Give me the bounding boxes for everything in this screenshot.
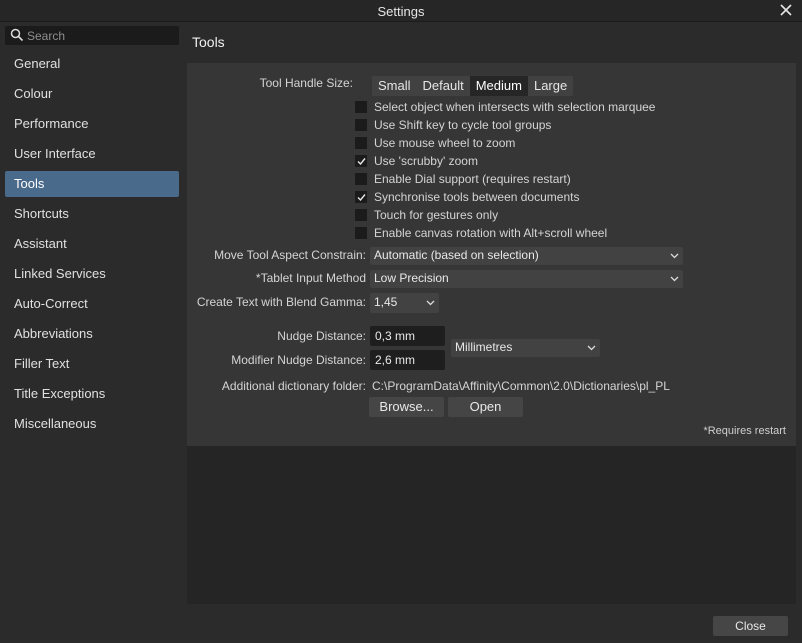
checkmark-icon <box>357 158 366 166</box>
checkbox-label: Use Shift key to cycle tool groups <box>374 118 552 132</box>
checkbox[interactable] <box>355 101 367 113</box>
checkbox-label: Synchronise tools between documents <box>374 190 580 204</box>
checkbox-label: Touch for gestures only <box>374 208 499 222</box>
settings-panel: Tool Handle Size: Small Default Medium L… <box>187 63 796 607</box>
checkbox-row[interactable]: Touch for gestures only <box>355 207 498 223</box>
chevron-down-icon <box>587 345 596 351</box>
checkbox-label: Enable canvas rotation with Alt+scroll w… <box>374 226 608 240</box>
tool-handle-large-option[interactable]: Large <box>528 76 573 96</box>
checkbox-row[interactable]: Enable canvas rotation with Alt+scroll w… <box>355 225 607 241</box>
close-window-icon[interactable] <box>778 2 794 18</box>
modifier-nudge-input[interactable]: 2,6 mm <box>370 350 445 370</box>
checkbox-row[interactable]: Use Shift key to cycle tool groups <box>355 117 551 133</box>
sidebar-item-filler-text[interactable]: Filler Text <box>5 351 179 377</box>
browse-button[interactable]: Browse... <box>369 397 444 417</box>
checkbox-row[interactable]: Synchronise tools between documents <box>355 189 579 205</box>
checkbox-checked[interactable] <box>355 191 367 203</box>
tool-handle-default-option[interactable]: Default <box>417 76 470 96</box>
dialog-footer: Close <box>0 604 802 643</box>
sidebar-item-abbreviations[interactable]: Abbreviations <box>5 321 179 347</box>
dropdown-value: Millimetres <box>455 340 513 354</box>
title-bar: Settings <box>0 0 802 22</box>
dictionary-folder-path: C:\ProgramData\Affinity\Common\2.0\Dicti… <box>372 379 670 393</box>
tablet-input-label: *Tablet Input Method <box>255 271 366 285</box>
checkbox-label: Use 'scrubby' zoom <box>374 154 478 168</box>
sidebar: General Colour Performance User Interfac… <box>0 22 182 643</box>
checkbox-row[interactable]: Use mouse wheel to zoom <box>355 135 515 151</box>
open-button[interactable]: Open <box>448 397 523 417</box>
close-button[interactable]: Close <box>713 616 788 636</box>
checkbox-checked[interactable] <box>355 155 367 167</box>
checkbox[interactable] <box>355 227 367 239</box>
blend-gamma-label: Create Text with Blend Gamma: <box>196 295 366 309</box>
sidebar-item-user-interface[interactable]: User Interface <box>5 141 179 167</box>
checkmark-icon <box>357 194 366 202</box>
chevron-down-icon <box>670 276 679 282</box>
page-title: Tools <box>192 34 225 50</box>
field-value: 0,3 mm <box>375 329 416 343</box>
checkbox-label: Select object when intersects with selec… <box>374 100 656 114</box>
requires-restart-note: *Requires restart <box>703 425 786 437</box>
nudge-distance-label: Nudge Distance: <box>277 329 366 343</box>
sidebar-item-linked-services[interactable]: Linked Services <box>5 261 179 287</box>
sidebar-item-performance[interactable]: Performance <box>5 111 179 137</box>
nudge-distance-input[interactable]: 0,3 mm <box>370 326 445 346</box>
checkbox-row[interactable]: Use 'scrubby' zoom <box>355 153 478 169</box>
checkbox-label: Enable Dial support (requires restart) <box>374 172 571 186</box>
checkbox[interactable] <box>355 137 367 149</box>
sidebar-item-title-exceptions[interactable]: Title Exceptions <box>5 381 179 407</box>
modifier-nudge-label: Modifier Nudge Distance: <box>231 353 366 367</box>
units-dropdown[interactable]: Millimetres <box>451 339 600 357</box>
tool-handle-size-segmented: Small Default Medium Large <box>372 76 574 96</box>
sidebar-item-miscellaneous[interactable]: Miscellaneous <box>5 411 179 437</box>
tool-handle-medium-option[interactable]: Medium <box>469 76 528 96</box>
checkbox-row[interactable]: Enable Dial support (requires restart) <box>355 171 571 187</box>
checkbox-row[interactable]: Select object when intersects with selec… <box>355 99 655 115</box>
move-tool-aspect-label: Move Tool Aspect Constrain: <box>214 248 366 262</box>
sidebar-item-tools[interactable]: Tools <box>5 171 179 197</box>
search-box[interactable] <box>5 26 179 45</box>
blend-gamma-dropdown[interactable]: 1,45 <box>370 293 439 313</box>
tool-handle-size-label: Tool Handle Size: <box>259 76 353 90</box>
checkbox[interactable] <box>355 209 367 221</box>
tools-settings-group: Tool Handle Size: Small Default Medium L… <box>187 63 796 446</box>
dropdown-value: Automatic (based on selection) <box>374 248 539 262</box>
sidebar-nav: General Colour Performance User Interfac… <box>5 51 179 441</box>
chevron-down-icon <box>670 253 679 259</box>
checkbox-label: Use mouse wheel to zoom <box>374 136 516 150</box>
chevron-down-icon <box>426 300 435 306</box>
dropdown-value: Low Precision <box>374 271 449 285</box>
checkbox[interactable] <box>355 173 367 185</box>
search-icon <box>10 28 24 42</box>
dictionary-folder-label: Additional dictionary folder: <box>221 379 366 393</box>
sidebar-item-general[interactable]: General <box>5 51 179 77</box>
settings-content: Tools Tool Handle Size: Small Default Me… <box>182 22 802 607</box>
dropdown-value: 1,45 <box>374 295 398 309</box>
move-tool-aspect-dropdown[interactable]: Automatic (based on selection) <box>370 247 683 265</box>
sidebar-item-shortcuts[interactable]: Shortcuts <box>5 201 179 227</box>
search-input[interactable] <box>27 26 175 45</box>
window-title: Settings <box>377 4 425 19</box>
sidebar-item-colour[interactable]: Colour <box>5 81 179 107</box>
sidebar-item-auto-correct[interactable]: Auto-Correct <box>5 291 179 317</box>
sidebar-item-assistant[interactable]: Assistant <box>5 231 179 257</box>
checkbox[interactable] <box>355 119 367 131</box>
tablet-input-dropdown[interactable]: Low Precision <box>370 270 683 288</box>
field-value: 2,6 mm <box>375 353 416 367</box>
tool-handle-small-option[interactable]: Small <box>372 76 417 96</box>
